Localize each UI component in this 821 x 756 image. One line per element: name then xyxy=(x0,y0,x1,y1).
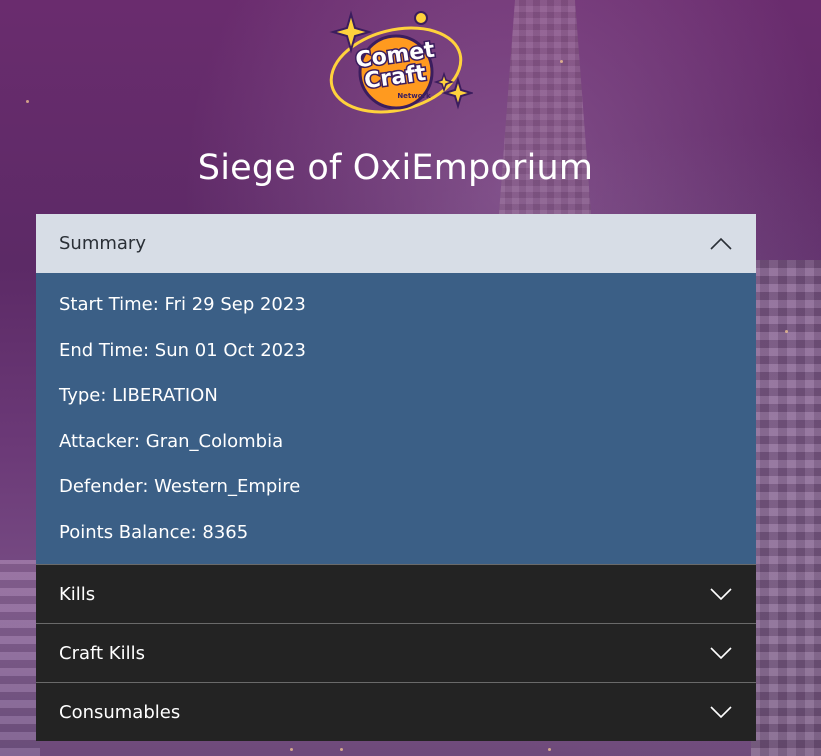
background-wall-right xyxy=(751,260,821,756)
summary-accordion-body: Start Time: Fri 29 Sep 2023 End Time: Su… xyxy=(36,273,756,564)
summary-type: Type: LIBERATION xyxy=(59,385,218,406)
summary-start-time: Start Time: Fri 29 Sep 2023 xyxy=(59,294,306,315)
background-particle xyxy=(290,748,293,751)
summary-accordion-header[interactable]: Summary xyxy=(36,214,756,273)
background-particle xyxy=(26,100,29,103)
chevron-down-icon[interactable] xyxy=(709,645,733,661)
summary-points-balance: Points Balance: 8365 xyxy=(59,521,249,543)
consumables-accordion-header[interactable]: Consumables xyxy=(36,682,756,741)
kills-header-label: Kills xyxy=(59,583,96,605)
background-particle xyxy=(548,748,551,751)
chevron-down-icon[interactable] xyxy=(709,586,733,602)
summary-attacker: Attacker: Gran_Colombia xyxy=(59,430,284,452)
kills-accordion-header[interactable]: Kills xyxy=(36,564,756,623)
craft-kills-accordion-header[interactable]: Craft Kills xyxy=(36,623,756,682)
background-wall-left xyxy=(0,560,40,756)
background-particle xyxy=(560,60,563,63)
summary-header-label: Summary xyxy=(59,233,146,254)
background-particle xyxy=(340,748,343,751)
summary-end-time: End Time: Sun 01 Oct 2023 xyxy=(59,339,307,361)
page-title: Siege of OxiEmporium xyxy=(197,148,594,188)
chevron-up-icon[interactable] xyxy=(709,236,733,252)
consumables-header-label: Consumables xyxy=(59,701,181,723)
chevron-down-icon[interactable] xyxy=(709,704,733,720)
craft-kills-header-label: Craft Kills xyxy=(59,642,145,664)
logo-tag: Network xyxy=(397,92,431,100)
siege-accordion: Summary Start Time: Fri 29 Sep 2023 End … xyxy=(36,214,756,741)
background-particle xyxy=(785,330,788,333)
cometcraft-logo: Comet Craft Network xyxy=(318,10,475,118)
summary-defender: Defender: Western_Empire xyxy=(59,476,301,497)
